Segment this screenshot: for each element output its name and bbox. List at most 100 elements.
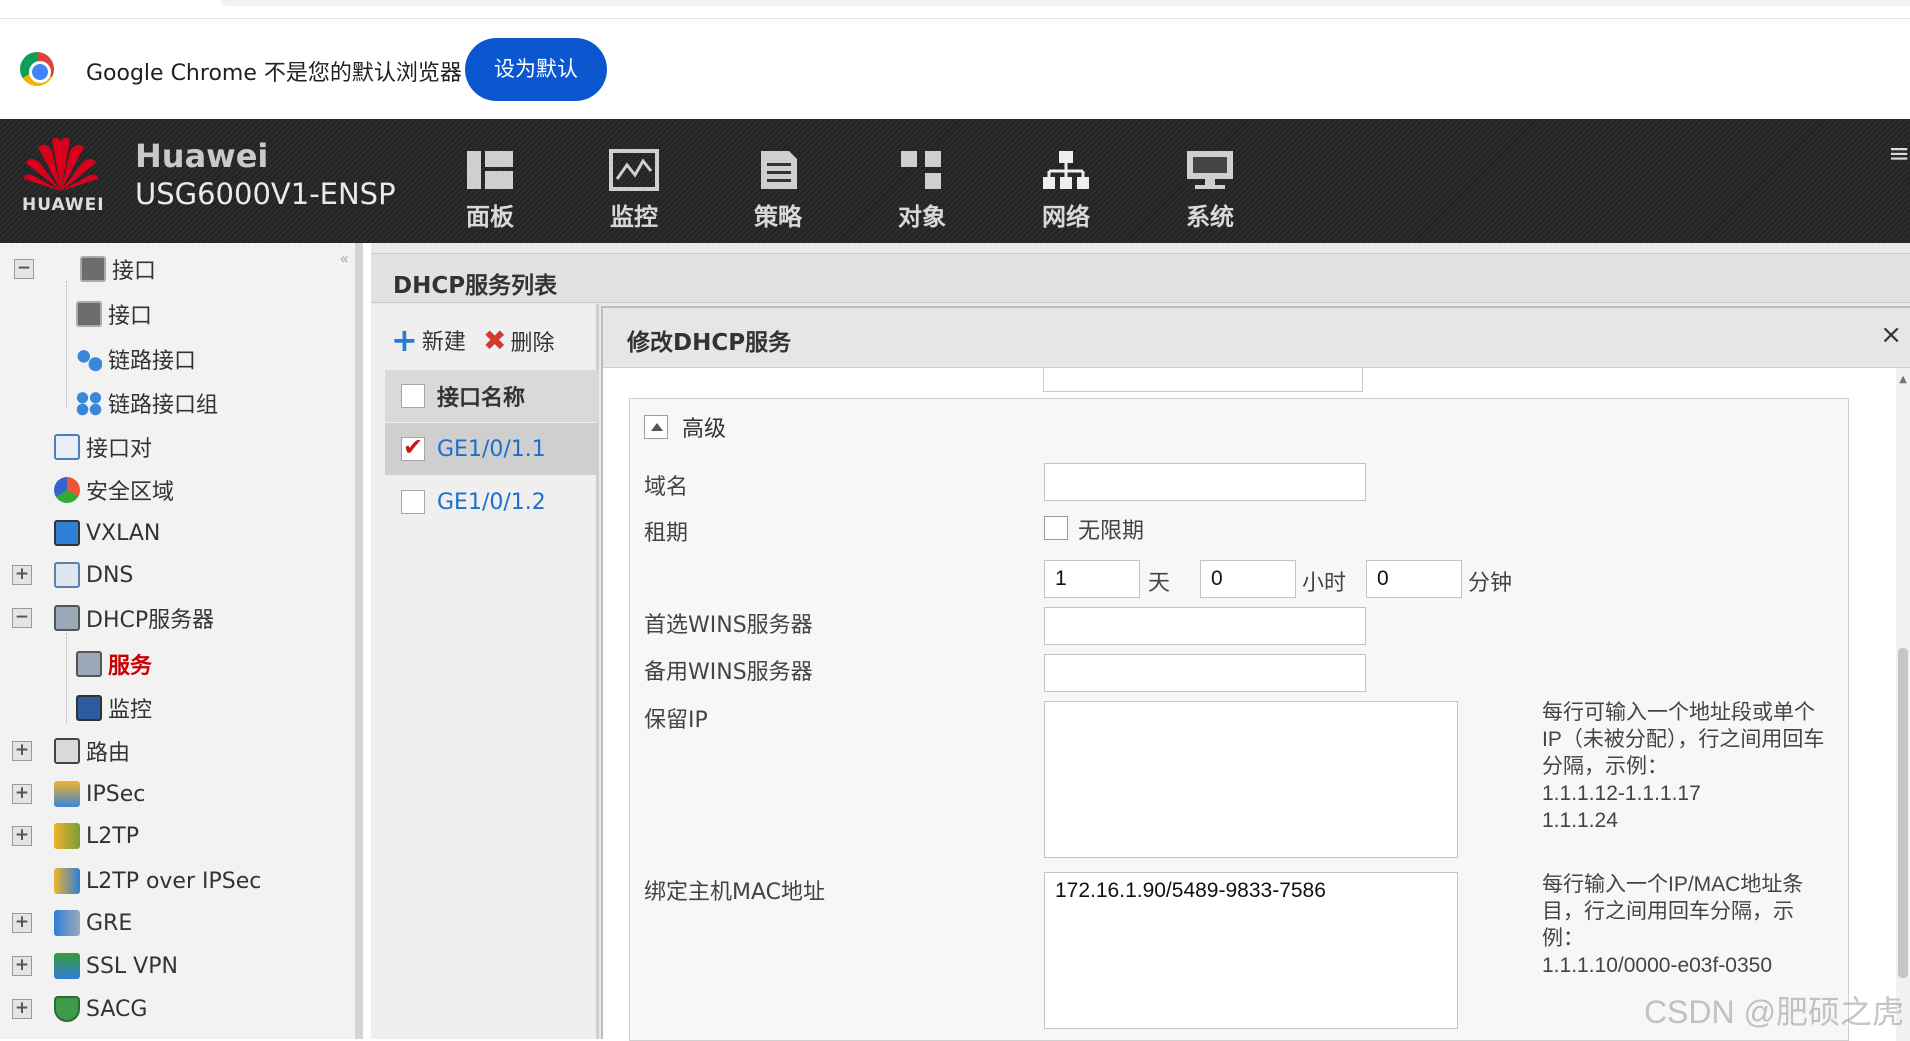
tree-item-routing[interactable]: + 路由 — [54, 733, 130, 769]
nav-label: 系统 — [1160, 197, 1260, 232]
tree-item-ipsec[interactable]: + IPSec — [54, 776, 145, 812]
collapse-toggle[interactable]: − — [12, 608, 32, 628]
nav-label: 策略 — [728, 197, 828, 232]
reserved-ip-label: 保留IP — [644, 702, 708, 734]
tree-item-vxlan[interactable]: VXLAN — [54, 515, 160, 551]
interface-link[interactable]: GE1/0/1.1 — [437, 437, 546, 462]
lease-minutes-input[interactable] — [1366, 560, 1462, 598]
collapse-sidebar-icon[interactable]: « — [339, 249, 349, 268]
tree-item-sacg[interactable]: + SACG — [54, 991, 147, 1027]
ssl-vpn-icon — [54, 953, 80, 979]
days-unit: 天 — [1148, 565, 1170, 597]
scroll-up-icon[interactable]: ▲ — [1899, 374, 1907, 385]
mac-bind-hint: 每行输入一个IP/MAC地址条目，行之间用回车分隔，示例： 1.1.1.10/0… — [1542, 871, 1832, 979]
wins-backup-input[interactable] — [1044, 654, 1366, 692]
hours-unit: 小时 — [1302, 565, 1346, 597]
dialog-title: 修改DHCP服务 — [627, 323, 791, 357]
nav-dashboard[interactable]: 面板 — [440, 149, 540, 232]
mac-bind-textarea[interactable]: 172.16.1.90/5489-9833-7586 — [1044, 872, 1458, 1029]
navigation-tree: « − 接口 接口 链路接口 链路接口组 接口对 安全区域 VXLAN + DN… — [0, 243, 363, 1039]
tree-item-ssl-vpn[interactable]: + SSL VPN — [54, 948, 178, 984]
expand-toggle[interactable]: + — [12, 913, 32, 933]
nav-system[interactable]: 系统 — [1160, 149, 1260, 232]
interface-pair-icon — [54, 434, 80, 460]
tree-item-l2tp[interactable]: + L2TP — [54, 818, 139, 854]
new-button[interactable]: + 新建 — [391, 324, 466, 356]
tree-item-link-group[interactable]: 链路接口组 — [76, 385, 218, 421]
scrollbar-thumb[interactable] — [1898, 648, 1908, 978]
nav-network[interactable]: 网络 — [1016, 149, 1116, 232]
table-row[interactable]: GE1/0/1.2 — [385, 476, 599, 528]
watermark: CSDN @肥硕之虎 — [1644, 987, 1904, 1033]
tree-item-dhcp-monitor[interactable]: 监控 — [76, 690, 152, 726]
l2tp-over-ipsec-icon — [54, 868, 80, 894]
dhcp-server-icon — [54, 605, 80, 631]
wins-primary-input[interactable] — [1044, 607, 1366, 645]
tree-item-dhcp-service[interactable]: 服务 — [76, 646, 152, 682]
advanced-section-toggle[interactable]: 高级 — [644, 411, 726, 443]
expand-toggle[interactable]: + — [12, 565, 32, 585]
expand-toggle[interactable]: + — [12, 741, 32, 761]
tree-item-interface-child[interactable]: 接口 — [76, 296, 152, 332]
nav-label: 面板 — [440, 197, 540, 232]
expand-toggle[interactable]: + — [12, 784, 32, 804]
tree-item-security-zone[interactable]: 安全区域 — [54, 472, 174, 508]
table-header: 接口名称 — [385, 370, 599, 422]
unlimited-checkbox[interactable] — [1044, 516, 1068, 540]
monitor-icon — [609, 149, 659, 191]
expand-toggle[interactable]: + — [12, 826, 32, 846]
previous-field-stub[interactable] — [1043, 368, 1363, 392]
column-header-interface: 接口名称 — [437, 380, 525, 412]
address-bar[interactable] — [220, 0, 1910, 6]
minutes-unit: 分钟 — [1468, 565, 1512, 597]
tree-item-dns[interactable]: + DNS — [54, 557, 133, 593]
nav-policy[interactable]: 策略 — [728, 149, 828, 232]
tree-item-interface-pair[interactable]: 接口对 — [54, 429, 152, 465]
tree-item-link-interface[interactable]: 链路接口 — [76, 341, 196, 377]
nav-monitor[interactable]: 监控 — [584, 149, 684, 232]
wins-backup-label: 备用WINS服务器 — [644, 654, 813, 686]
tree-item-dhcp-server[interactable]: − DHCP服务器 — [54, 600, 214, 636]
policy-icon — [753, 149, 803, 191]
mac-bind-label: 绑定主机MAC地址 — [644, 874, 825, 906]
expand-toggle[interactable]: + — [12, 956, 32, 976]
reserved-ip-hint: 每行可输入一个地址段或单个IP（未被分配），行之间用回车分隔，示例： 1.1.1… — [1542, 699, 1832, 834]
tree-item-interface[interactable]: − 接口 — [80, 251, 156, 287]
expand-toggle[interactable]: + — [12, 999, 32, 1019]
collapse-toggle[interactable]: − — [14, 259, 34, 279]
table-row[interactable]: GE1/0/1.1 — [385, 423, 599, 475]
nav-object[interactable]: 对象 — [872, 149, 972, 232]
vxlan-icon — [54, 520, 80, 546]
dialog-header: 修改DHCP服务 × — [603, 308, 1910, 368]
reserved-ip-textarea[interactable] — [1044, 701, 1458, 858]
dns-icon — [54, 562, 80, 588]
delete-button[interactable]: ✖ 删除 — [483, 324, 554, 357]
lease-hours-input[interactable] — [1200, 560, 1296, 598]
row-checkbox[interactable] — [401, 437, 425, 461]
domain-input[interactable] — [1044, 463, 1366, 501]
delete-icon: ✖ — [483, 324, 506, 357]
menu-icon[interactable]: ≡ — [1888, 139, 1910, 169]
ipsec-icon — [54, 781, 80, 807]
interface-icon — [76, 301, 102, 327]
system-icon — [1185, 149, 1235, 191]
interface-link[interactable]: GE1/0/1.2 — [437, 490, 546, 515]
gre-icon — [54, 910, 80, 936]
lease-days-input[interactable] — [1044, 560, 1140, 598]
tree-item-gre[interactable]: + GRE — [54, 905, 132, 941]
set-default-button[interactable]: 设为默认 — [465, 38, 607, 101]
wins-primary-label: 首选WINS服务器 — [644, 607, 813, 639]
row-checkbox[interactable] — [401, 490, 425, 514]
link-interface-icon — [76, 346, 102, 372]
dashboard-icon — [465, 149, 515, 191]
tree-item-l2tp-over-ipsec[interactable]: L2TP over IPSec — [54, 863, 261, 899]
l2tp-icon — [54, 823, 80, 849]
close-icon[interactable]: × — [1880, 320, 1902, 350]
collapse-triangle-icon — [644, 415, 668, 439]
select-all-checkbox[interactable] — [401, 384, 425, 408]
nav-label: 对象 — [872, 197, 972, 232]
default-browser-infobar: Google Chrome 不是您的默认浏览器 设为默认 — [0, 18, 1910, 119]
chrome-logo-icon — [20, 52, 54, 86]
object-icon — [897, 149, 947, 191]
vendor-name: Huawei — [135, 137, 268, 175]
